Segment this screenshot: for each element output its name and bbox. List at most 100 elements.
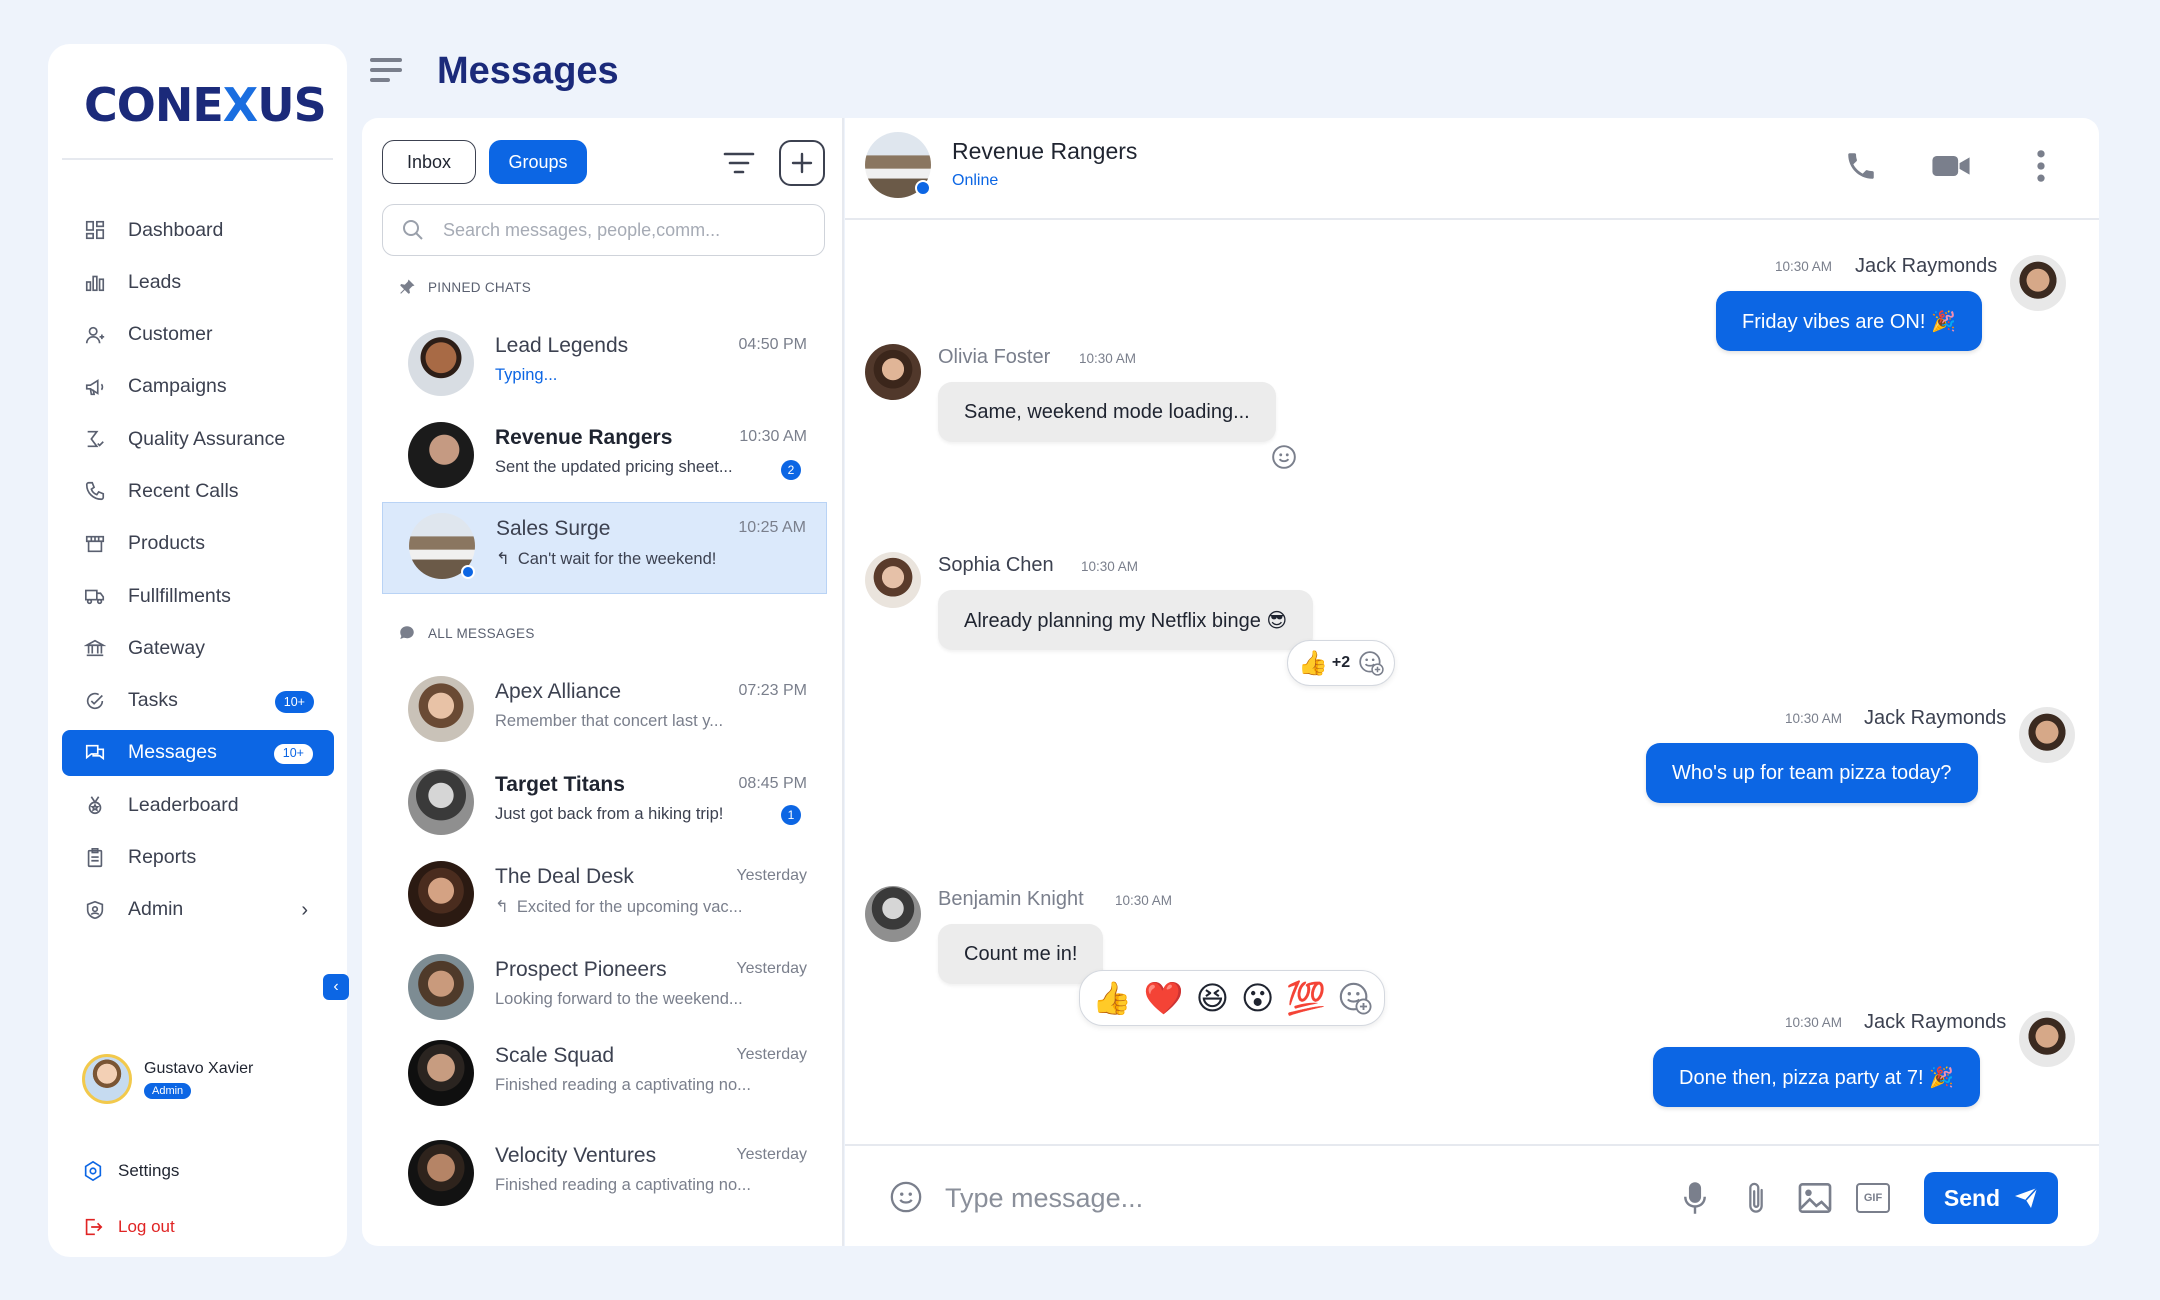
sidebar-item-fullfillments[interactable]: Fullfillments [62, 573, 334, 619]
messages-badge: 10+ [272, 742, 314, 765]
sidebar-item-leaderboard[interactable]: Leaderboard [62, 782, 334, 828]
attach-button[interactable] [1738, 1180, 1774, 1216]
unread-badge: 2 [781, 460, 801, 480]
hundred-points-icon[interactable]: 💯 [1286, 979, 1326, 1017]
sidebar-item-quality-assurance[interactable]: Quality Assurance [62, 416, 334, 462]
conversation-item[interactable]: Revenue Rangers 10:30 AM Sent the update… [382, 412, 827, 500]
more-options-button[interactable] [2021, 146, 2061, 186]
search-input[interactable] [443, 219, 803, 241]
tab-groups[interactable]: Groups [489, 140, 587, 184]
page-title: Messages [437, 50, 619, 92]
settings-icon [84, 1160, 102, 1182]
sidebar-collapse-button[interactable]: ‹ [323, 974, 349, 1000]
sidebar-item-reports[interactable]: Reports [62, 835, 334, 881]
message-reactions[interactable]: 👍 +2 [1287, 640, 1396, 686]
sidebar-item-dashboard[interactable]: Dashboard [62, 207, 334, 253]
sidebar-item-customer[interactable]: Customer [62, 312, 334, 358]
phone-icon [1848, 153, 1874, 179]
sidebar-item-label: Reports [128, 846, 197, 869]
avatar [2019, 1011, 2075, 1067]
gif-button[interactable]: GIF [1855, 1180, 1891, 1216]
user-profile[interactable]: Gustavo Xavier Admin [82, 1054, 253, 1104]
online-indicator [461, 565, 475, 579]
heart-icon[interactable]: ❤️ [1144, 979, 1184, 1017]
message-input[interactable] [945, 1176, 1545, 1220]
sidebar-item-admin[interactable]: Admin › [62, 887, 334, 933]
message-time: 10:30 AM [1775, 259, 1833, 274]
conversation-item-selected[interactable]: Sales Surge 10:25 AM ↰ Can't wait for the… [382, 502, 827, 594]
conversation-item[interactable]: Target Titans 08:45 PM Just got back fro… [382, 759, 827, 847]
sidebar-item-label: Recent Calls [128, 479, 239, 502]
conversation-name: Sales Surge [496, 517, 611, 540]
thumbs-up-icon[interactable]: 👍 [1092, 979, 1132, 1017]
new-chat-button[interactable] [779, 140, 825, 186]
message-sender: Benjamin Knight [938, 888, 1084, 910]
sidebar-item-recent-calls[interactable]: Recent Calls [62, 468, 334, 514]
conversation-time: 08:45 PM [738, 775, 807, 792]
conversation-item[interactable]: The Deal Desk Yesterday ↰ Excited for the… [382, 851, 827, 939]
megaphone-icon [82, 374, 108, 400]
tasks-badge: 10+ [274, 690, 314, 713]
add-reaction-icon[interactable] [1338, 981, 1372, 1015]
microphone-icon [1684, 1182, 1706, 1214]
surprised-icon[interactable]: 😮 [1241, 979, 1274, 1017]
avatar [2010, 255, 2066, 311]
message-time: 10:30 AM [1785, 1015, 1843, 1030]
settings-link[interactable]: Settings [82, 1160, 179, 1182]
message-bubble-incoming[interactable]: Already planning my Netflix binge 😎 [938, 590, 1314, 650]
logout-link[interactable]: Log out [82, 1216, 175, 1238]
all-messages-label: ALL MESSAGES [398, 624, 535, 642]
avatar [2019, 707, 2075, 763]
message-bubble-outgoing[interactable]: Who's up for team pizza today? [1646, 743, 1978, 803]
tab-inbox[interactable]: Inbox [382, 140, 476, 184]
sidebar-item-label: Customer [128, 323, 213, 346]
conversation-item[interactable]: Scale Squad Yesterday Finished reading a… [382, 1030, 827, 1118]
image-button[interactable] [1797, 1180, 1833, 1216]
user-name: Gustavo Xavier [144, 1059, 254, 1077]
sidebar-item-campaigns[interactable]: Campaigns [62, 364, 334, 410]
laughing-icon[interactable]: 😆 [1196, 979, 1229, 1017]
menu-icon[interactable] [370, 58, 402, 88]
conversation-preview: Sent the updated pricing sheet... [495, 458, 733, 476]
voice-button[interactable] [1677, 1180, 1713, 1216]
message-bubble-outgoing[interactable]: Done then, pizza party at 7! 🎉 [1653, 1047, 1981, 1107]
message-bubble-incoming[interactable]: Count me in! [938, 924, 1104, 984]
message-bubble-outgoing[interactable]: Friday vibes are ON! 🎉 [1716, 291, 1982, 351]
filter-icon[interactable] [722, 148, 756, 178]
add-reaction-icon[interactable] [1271, 444, 1297, 470]
sidebar-item-leads[interactable]: Leads [62, 259, 334, 305]
sidebar-item-messages[interactable]: Messages 10+ [62, 729, 334, 776]
sidebar-item-products[interactable]: Products [62, 521, 334, 567]
conversation-item[interactable]: Apex Alliance 07:23 PM Remember that con… [382, 666, 827, 754]
video-camera-icon [1932, 156, 1970, 176]
video-call-button[interactable] [1931, 146, 1971, 186]
send-button[interactable]: Send [1924, 1172, 2058, 1224]
message-bubble-incoming[interactable]: Same, weekend mode loading... [938, 382, 1276, 442]
shield-icon [82, 897, 108, 923]
conversation-time: Yesterday [736, 1146, 807, 1163]
conversation-name: Revenue Rangers [495, 426, 673, 449]
message-time: 10:30 AM [1079, 351, 1137, 366]
tasks-icon [82, 688, 108, 714]
conversation-preview: Remember that concert last y... [495, 712, 724, 730]
brand-logo[interactable]: CONEXUS [84, 78, 327, 132]
user-role-badge: Admin [144, 1082, 192, 1099]
conversation-item[interactable]: Lead Legends 04:50 PM Typing... [382, 320, 827, 408]
truck-icon [82, 583, 108, 609]
sidebar-item-gateway[interactable]: Gateway [62, 625, 334, 671]
call-button[interactable] [1841, 146, 1881, 186]
phone-icon [82, 478, 108, 504]
conversation-name: Prospect Pioneers [495, 958, 667, 981]
chat-status: Online [952, 172, 999, 189]
sidebar-item-label: Dashboard [128, 218, 224, 241]
emoji-icon[interactable] [889, 1180, 923, 1214]
add-reaction-icon[interactable] [1358, 650, 1384, 676]
conversation-item[interactable]: Prospect Pioneers Yesterday Looking forw… [382, 944, 827, 1032]
sidebar-item-tasks[interactable]: Tasks 10+ [62, 678, 334, 724]
online-indicator [915, 180, 931, 196]
avatar [865, 552, 921, 608]
plus-icon [791, 152, 813, 174]
avatar [408, 861, 474, 927]
conversation-time: 10:25 AM [738, 519, 806, 536]
conversation-item[interactable]: Velocity Ventures Yesterday Finished rea… [382, 1130, 827, 1218]
